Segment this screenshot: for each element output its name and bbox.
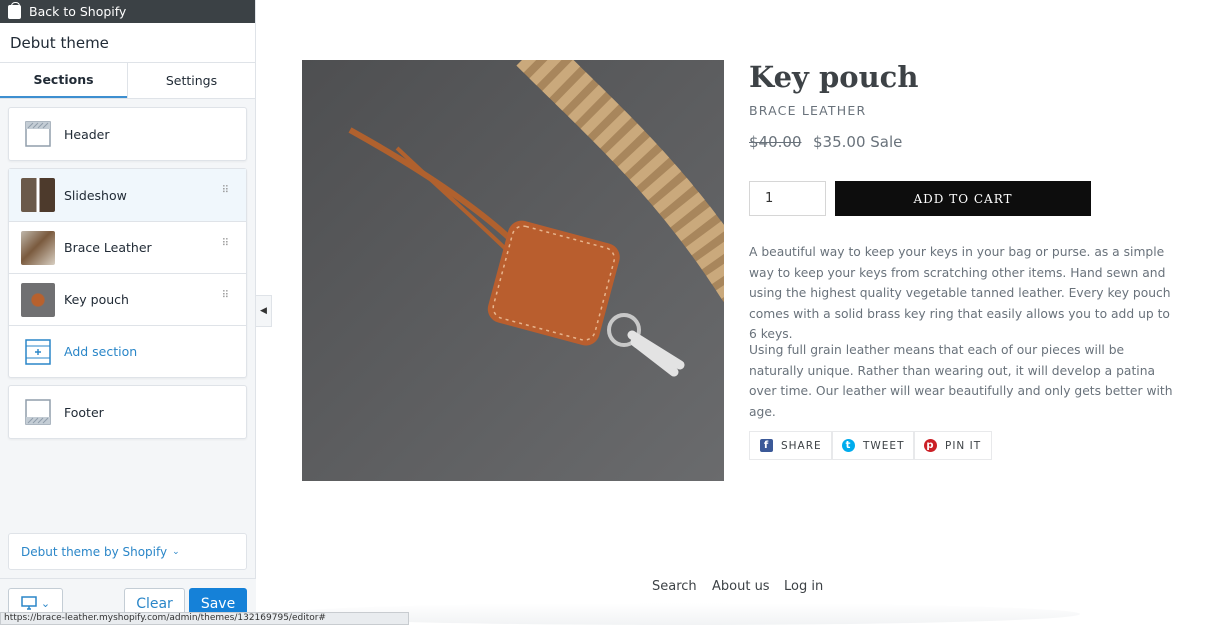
add-section-icon — [21, 335, 55, 369]
browser-status-url: https://brace-leather.myshopify.com/admi… — [0, 612, 409, 625]
section-label: Footer — [64, 404, 104, 420]
key-pouch-thumbnail — [21, 282, 55, 317]
brace-leather-thumbnail — [21, 230, 55, 265]
drag-handle-icon[interactable]: ⠿ — [222, 239, 229, 249]
product-image[interactable] — [302, 60, 724, 481]
section-label: Brace Leather — [64, 240, 152, 255]
share-twitter-button[interactable]: t TWEET — [831, 431, 916, 460]
tweet-label: TWEET — [863, 439, 905, 452]
section-slideshow[interactable]: Slideshow ⠿ — [9, 169, 246, 221]
original-price: $40.00 — [749, 133, 802, 151]
sections-card: Slideshow ⠿ Brace Leather ⠿ Key pouch ⠿ … — [8, 168, 247, 378]
twitter-icon: t — [842, 439, 855, 452]
footer-link-about[interactable]: About us — [712, 579, 770, 594]
tab-settings[interactable]: Settings — [127, 63, 255, 98]
shopify-bag-icon — [8, 1, 21, 19]
quantity-input[interactable]: 1 — [749, 181, 826, 216]
caret-left-icon: ◀ — [260, 306, 267, 316]
collapse-sidebar-button[interactable]: ◀ — [256, 295, 272, 327]
add-section-label: Add section — [64, 344, 138, 359]
sale-price: $35.00 Sale — [813, 133, 903, 151]
section-brace-leather[interactable]: Brace Leather ⠿ — [9, 221, 246, 273]
header-layout-icon — [21, 117, 55, 151]
product-title: Key pouch — [749, 60, 919, 94]
product-vendor[interactable]: BRACE LEATHER — [749, 103, 866, 118]
footer-link-search[interactable]: Search — [652, 579, 697, 594]
share-pinterest-button[interactable]: p PIN IT — [913, 431, 993, 460]
pinterest-icon: p — [924, 439, 937, 452]
section-key-pouch[interactable]: Key pouch ⠿ — [9, 273, 246, 325]
section-label: Key pouch — [64, 292, 129, 307]
footer-link-login[interactable]: Log in — [784, 579, 823, 594]
product-description-2: Using full grain leather means that each… — [749, 343, 1173, 419]
add-to-cart-button[interactable]: ADD TO CART — [835, 181, 1091, 216]
add-section-button[interactable]: Add section — [9, 325, 246, 377]
footer-card: Footer — [8, 385, 247, 439]
facebook-icon: f — [760, 439, 773, 452]
section-label: Slideshow — [64, 187, 127, 203]
sidebar-tabs: Sections Settings — [0, 63, 255, 99]
section-header[interactable]: Header — [9, 108, 246, 160]
theme-credit-label: Debut theme by Shopify — [21, 544, 168, 559]
footer-layout-icon — [21, 395, 55, 429]
editor-sidebar: Back to Shopify Debut theme Sections Set… — [0, 0, 256, 625]
drag-handle-icon[interactable]: ⠿ — [222, 186, 229, 196]
share-facebook-button[interactable]: f SHARE — [749, 431, 833, 460]
share-label: SHARE — [781, 439, 822, 452]
desktop-icon — [21, 596, 37, 610]
theme-title: Debut theme — [0, 23, 255, 63]
header-card: Header — [8, 107, 247, 161]
section-label: Header — [64, 126, 110, 142]
chevron-down-icon: ⌄ — [172, 546, 180, 557]
pin-label: PIN IT — [945, 439, 982, 452]
back-label: Back to Shopify — [29, 4, 127, 19]
tab-sections[interactable]: Sections — [0, 63, 127, 98]
section-footer[interactable]: Footer — [9, 386, 246, 438]
chevron-down-icon: ⌄ — [40, 596, 51, 610]
slideshow-thumbnail — [21, 178, 55, 212]
product-description-1: A beautiful way to keep your keys in you… — [749, 245, 1171, 341]
back-to-shopify-link[interactable]: Back to Shopify — [0, 0, 255, 23]
theme-credit-link[interactable]: Debut theme by Shopify ⌄ — [8, 533, 247, 570]
theme-editor: Back to Shopify Debut theme Sections Set… — [0, 0, 1215, 625]
drag-handle-icon[interactable]: ⠿ — [222, 291, 229, 301]
